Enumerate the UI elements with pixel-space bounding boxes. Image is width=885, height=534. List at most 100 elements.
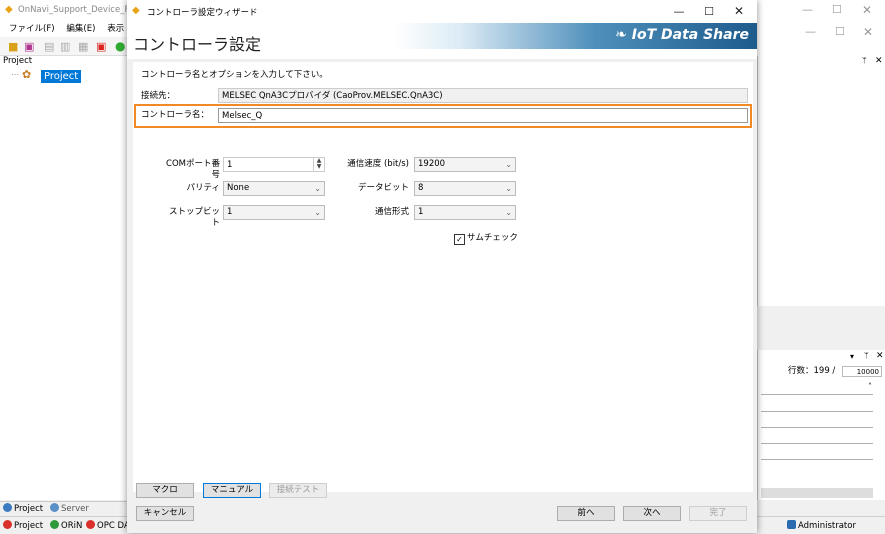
data-bit-value: 8 xyxy=(418,183,424,193)
com-port-stepper[interactable]: 1 ▲ ▼ xyxy=(223,157,325,172)
open-folder-icon[interactable]: ■ xyxy=(8,40,18,53)
tab-project-label: Project xyxy=(14,504,44,514)
close-icon[interactable]: ✕ xyxy=(875,56,883,66)
wizard-icon: ◆ xyxy=(132,5,140,16)
status-opc-label: OPC DA xyxy=(97,521,130,531)
controller-settings-wizard: ◆ コントローラ設定ウィザード — ☐ ✕ コントローラ設定 ❧ IoT Dat… xyxy=(127,0,757,533)
connection-label: 接続先： xyxy=(141,91,176,101)
brand-logo: ❧ IoT Data Share xyxy=(615,27,749,43)
minimize-button[interactable]: — xyxy=(664,3,694,20)
next-button[interactable]: 次へ xyxy=(623,506,681,521)
status-orin: ORiN xyxy=(50,520,82,532)
run-icon[interactable]: ● xyxy=(115,39,125,53)
maximize-icon[interactable]: ☐ xyxy=(832,3,842,16)
data-bit-select[interactable]: 8 ⌄ xyxy=(414,181,516,196)
maximize-button[interactable]: ☐ xyxy=(694,3,724,20)
baud-value: 19200 xyxy=(418,159,446,169)
chevron-down-icon: ⌄ xyxy=(505,160,512,169)
menu-file[interactable]: ファイル(F) xyxy=(9,24,55,34)
pin-icon[interactable]: ᛘ xyxy=(864,351,869,360)
right-log-panel: ▾ ᛘ ✕ 行数：199 / 10000 ˄ ˅ xyxy=(757,350,885,500)
minimize-icon[interactable]: — xyxy=(805,25,816,38)
delete-icon[interactable]: ▦ xyxy=(78,40,88,53)
instruction-text: コントローラ名とオプションを入力して下さい。 xyxy=(141,70,328,80)
tree-connector: ⋯ xyxy=(11,70,19,79)
bottom-tabs: Project Server xyxy=(0,501,128,516)
parity-label: パリティ xyxy=(186,183,221,193)
tab-server[interactable]: Server xyxy=(50,503,89,515)
controller-name-input[interactable]: Melsec_Q xyxy=(218,108,748,123)
connection-test-button[interactable]: 接続テスト xyxy=(269,483,327,498)
checksum-checkbox[interactable]: ✓ xyxy=(454,234,465,245)
check-icon xyxy=(50,520,59,529)
menu-edit[interactable]: 編集(E) xyxy=(66,24,95,34)
stop-bit-label: ストップビット xyxy=(168,207,220,228)
copy-icon[interactable]: ▤ xyxy=(44,40,54,53)
wizard-content: コントローラ名とオプションを入力して下さい。 接続先： MELSEC QnA3C… xyxy=(133,62,753,492)
chevron-down-icon: ⌄ xyxy=(314,184,321,193)
parity-value: None xyxy=(227,183,250,193)
project-tree-node[interactable]: Project xyxy=(41,70,82,83)
row-count-label: 行数：199 / xyxy=(788,366,836,376)
close-icon[interactable]: ✕ xyxy=(876,351,884,361)
log-row-divider xyxy=(761,459,873,460)
page-title: コントローラ設定 xyxy=(133,35,262,54)
background-menubar: ファイル(F) 編集(E) 表示(V xyxy=(0,22,130,49)
status-project: Project xyxy=(3,520,43,532)
chevron-down-icon[interactable]: ▾ xyxy=(850,352,854,361)
log-row-divider xyxy=(761,394,873,395)
project-node-icon: ✿ xyxy=(22,68,32,81)
save-icon[interactable]: ▣ xyxy=(24,40,34,53)
maximize-icon[interactable]: ☐ xyxy=(835,25,845,38)
cancel-button[interactable]: キャンセル xyxy=(136,506,194,521)
close-icon[interactable]: ✕ xyxy=(863,25,873,39)
spin-arrows-icon[interactable]: ▲ ▼ xyxy=(313,158,324,171)
dialog-titlebar: ◆ コントローラ設定ウィザード — ☐ ✕ xyxy=(127,0,757,23)
pin-icon[interactable]: ᛘ xyxy=(862,56,867,65)
parity-select[interactable]: None ⌄ xyxy=(223,181,325,196)
leaf-icon: ❧ xyxy=(615,27,632,43)
status-orin-label: ORiN xyxy=(61,521,83,531)
comm-format-label: 通信形式 xyxy=(374,207,409,217)
macro-button[interactable]: マクロ xyxy=(136,483,194,498)
scroll-up-icon[interactable]: ˄ xyxy=(868,382,872,391)
globe-icon xyxy=(3,503,12,512)
chevron-down-icon: ⌄ xyxy=(505,208,512,217)
brand-logo-text: IoT Data Share xyxy=(631,27,749,43)
connection-field: MELSEC QnA3Cプロバイダ (CaoProv.MELSEC.QnA3C) xyxy=(218,88,748,103)
status-opc: OPC DA xyxy=(86,520,130,532)
chevron-down-icon: ⌄ xyxy=(314,208,321,217)
background-toolbar: ■ ▣ ▤ ▥ ▦ ▣ ● xyxy=(0,37,130,56)
error-icon xyxy=(3,520,12,529)
paste-icon[interactable]: ▥ xyxy=(60,40,70,53)
minimize-icon[interactable]: — xyxy=(802,3,813,16)
stop-bit-select[interactable]: 1 ⌄ xyxy=(223,205,325,220)
right-properties-panel: ᛘ ✕ xyxy=(757,56,885,306)
server-icon xyxy=(50,503,59,512)
status-project-label: Project xyxy=(14,521,44,531)
horizontal-scrollbar[interactable] xyxy=(761,488,873,498)
com-port-value: 1 xyxy=(227,160,233,170)
checksum-label: サムチェック xyxy=(467,233,518,243)
status-user: Administrator xyxy=(787,520,856,532)
row-limit-field[interactable]: 10000 xyxy=(842,366,882,377)
brand-banner: ❧ IoT Data Share xyxy=(395,23,757,49)
comm-format-select[interactable]: 1 ⌄ xyxy=(414,205,516,220)
finish-button[interactable]: 完了 xyxy=(689,506,747,521)
tab-server-label: Server xyxy=(61,504,89,514)
project-tree-panel: ⋯ ✿ xyxy=(0,67,128,500)
user-icon xyxy=(787,520,796,529)
tab-project[interactable]: Project xyxy=(3,503,43,515)
manual-button[interactable]: マニュアル xyxy=(203,483,261,498)
background-window-title: OnNavi_Support_Device_PLC xyxy=(18,5,141,15)
close-icon[interactable]: ✕ xyxy=(862,3,872,17)
stop-bit-value: 1 xyxy=(227,207,233,217)
close-button[interactable]: ✕ xyxy=(724,3,754,20)
controller-name-label: コントローラ名： xyxy=(141,110,210,120)
error-icon xyxy=(86,520,95,529)
back-button[interactable]: 前へ xyxy=(557,506,615,521)
baud-select[interactable]: 19200 ⌄ xyxy=(414,157,516,172)
data-bit-label: データビット xyxy=(357,183,409,193)
log-row-divider xyxy=(761,411,873,412)
add-icon[interactable]: ▣ xyxy=(96,40,106,53)
